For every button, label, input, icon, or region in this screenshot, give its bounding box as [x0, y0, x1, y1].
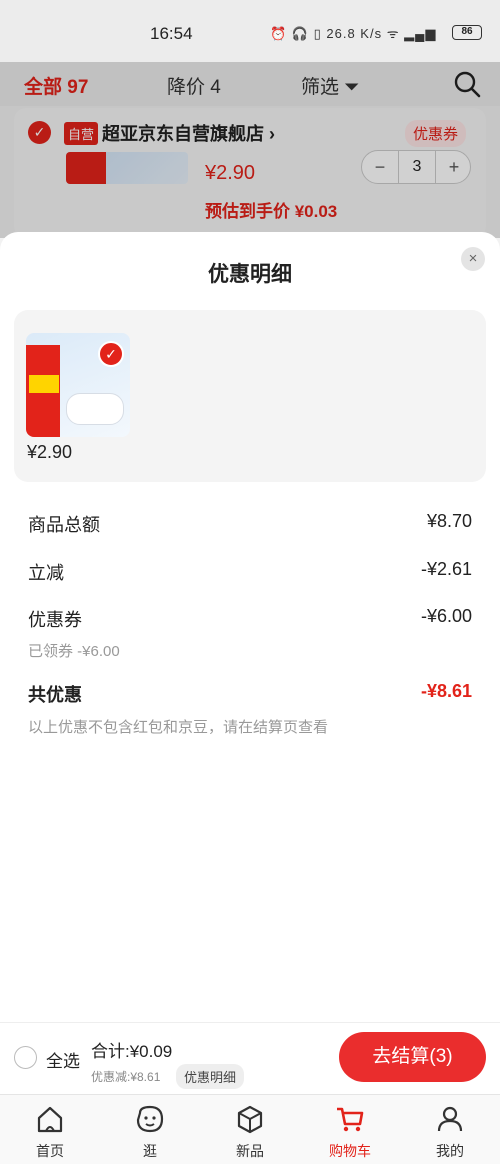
status-icons: ⏰ 🎧 ▯ 26.8 K/s ᯤ ▂▄▆: [270, 26, 437, 41]
selected-check-icon: ✓: [98, 341, 124, 367]
row-coupon-sub: 已领券 -¥6.00: [28, 643, 120, 660]
nav-item-browse[interactable]: 逛: [100, 1095, 200, 1164]
nav-label-home: 首页: [36, 1143, 64, 1159]
smile-face-icon: [136, 1105, 164, 1133]
total-amount: 合计:¥0.09: [91, 1042, 173, 1061]
nav-label-browse: 逛: [143, 1143, 157, 1159]
status-bar: 16:54 ⏰ 🎧 ▯ 26.8 K/s ᯤ ▂▄▆ 86: [0, 0, 500, 62]
discount-amount: 优惠减:¥8.61: [91, 1070, 161, 1084]
nav-item-cart[interactable]: 购物车: [300, 1095, 400, 1164]
nav-label-new: 新品: [236, 1143, 264, 1159]
select-all-radio[interactable]: [14, 1046, 37, 1069]
bottom-nav: 首页 逛 新品 购物车 我的: [0, 1094, 500, 1164]
battery-indicator: 86: [452, 25, 482, 40]
cart-icon: [337, 1107, 364, 1132]
discount-note: 以上优惠不包含红包和京豆，请在结算页查看: [28, 719, 329, 736]
home-icon: [37, 1106, 63, 1133]
row-goods-total-value: ¥8.70: [426, 511, 472, 531]
dim-overlay[interactable]: [0, 62, 500, 238]
row-total-discount-label: 共优惠: [28, 685, 82, 705]
nav-item-home[interactable]: 首页: [0, 1095, 100, 1164]
close-button[interactable]: ×: [461, 247, 485, 271]
cube-icon: [237, 1105, 263, 1134]
row-total-discount-value: -¥8.61: [420, 681, 472, 701]
sheet-title: 优惠明细: [208, 263, 292, 286]
nav-label-cart: 购物车: [329, 1143, 371, 1159]
row-instant-discount-label: 立减: [28, 563, 64, 583]
user-icon: [437, 1106, 463, 1132]
nav-item-new[interactable]: 新品: [200, 1095, 300, 1164]
product-image[interactable]: ✓: [26, 333, 130, 437]
row-instant-discount-value: -¥2.61: [420, 559, 472, 579]
checkout-button[interactable]: 去结算(3): [339, 1032, 486, 1082]
nav-label-me: 我的: [436, 1143, 464, 1159]
row-coupon-label: 优惠券: [28, 610, 82, 630]
net-speed: 26.8 K/s: [326, 26, 383, 41]
product-price: ¥2.90: [27, 442, 73, 462]
discount-detail-button[interactable]: 优惠明细: [176, 1064, 245, 1089]
row-goods-total-label: 商品总额: [28, 515, 100, 535]
row-coupon-value: -¥6.00: [420, 606, 472, 626]
select-all-label[interactable]: 全选: [46, 1047, 80, 1072]
status-time: 16:54: [150, 24, 193, 43]
nav-item-me[interactable]: 我的: [400, 1095, 500, 1164]
